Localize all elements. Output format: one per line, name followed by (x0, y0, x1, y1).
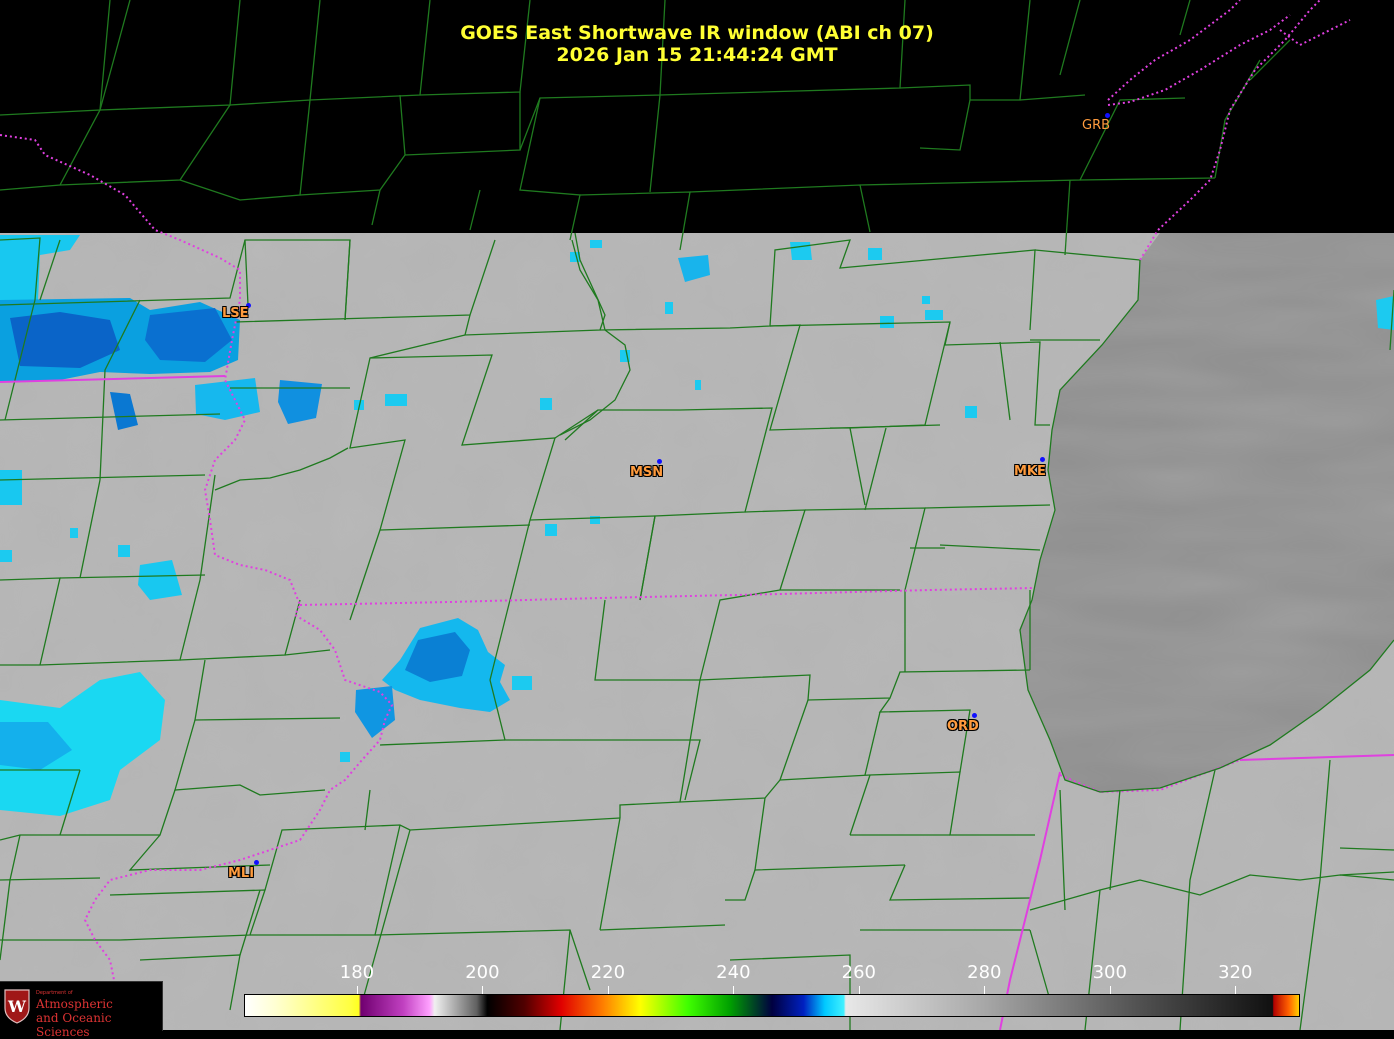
colorbar-tick-label: 200 (465, 962, 500, 983)
city-label-grb: GRB (1082, 118, 1111, 133)
colorbar (244, 994, 1300, 1017)
colorbar-tick-label: 180 (339, 962, 375, 983)
city-dot-msn (657, 459, 662, 464)
colorbar-tick-label: 280 (967, 962, 1002, 983)
colorbar-tick-label: 260 (841, 962, 877, 983)
colorbar-tick-mark (607, 986, 609, 994)
colorbar-tick-label: 300 (1092, 962, 1127, 983)
uw-crest-icon: W (4, 989, 30, 1024)
colorbar-tick-mark (733, 986, 735, 994)
satellite-map (0, 0, 1394, 1030)
crest-letter: W (7, 997, 27, 1016)
map-title: GOES East Shortwave IR window (ABI ch 07… (460, 22, 934, 44)
logo-department: Department of (36, 990, 73, 996)
city-dot-mli (254, 860, 259, 865)
city-label-ord: ORD (947, 719, 979, 734)
colorbar-tick-label: 220 (590, 962, 626, 983)
city-dot-mke (1040, 457, 1045, 462)
city-label-mli: MLI (228, 866, 255, 881)
logo-name-line2: and Oceanic Sciences (36, 1011, 112, 1039)
colorbar-tick-mark (1109, 986, 1111, 994)
map-timestamp: 2026 Jan 15 21:44:24 GMT (556, 44, 838, 66)
city-dot-ord (972, 713, 977, 718)
city-label-msn: MSN (630, 465, 664, 480)
colorbar-tick-mark (984, 986, 986, 994)
city-label-lse: LSE (222, 306, 249, 321)
colorbar-tick-mark (356, 986, 358, 994)
logo-name-line1: Atmospheric (36, 997, 113, 1011)
colorbar-tick-mark (482, 986, 484, 994)
colorbar-tick-label: 320 (1218, 962, 1253, 983)
colorbar-tick-mark (858, 986, 860, 994)
city-label-mke: MKE (1014, 464, 1046, 479)
colorbar-tick-label: 240 (716, 962, 751, 983)
colorbar-tick-mark (1235, 986, 1237, 994)
aos-logo: W Department of Atmospheric and Oceanic … (0, 981, 163, 1039)
